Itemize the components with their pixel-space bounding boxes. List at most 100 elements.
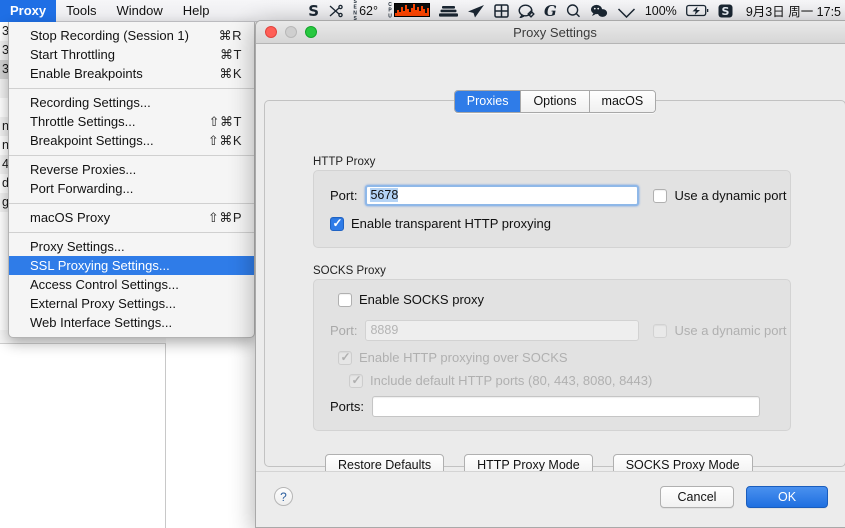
sensors-temperature-indicator[interactable]: SENS 62° (352, 0, 378, 22)
socks-ports-input[interactable] (371, 396, 760, 417)
menu-item-proxy-settings[interactable]: Proxy Settings... (9, 237, 254, 256)
scissors-icon[interactable] (328, 4, 343, 18)
menu-item-reverse-proxies[interactable]: Reverse Proxies... (9, 160, 254, 179)
menu-item-label: Stop Recording (Session 1) (30, 28, 189, 43)
temperature-value: 62° (359, 3, 379, 18)
checkbox-box (330, 216, 344, 231)
menu-item-recording-settings[interactable]: Recording Settings... (9, 93, 254, 112)
paper-plane-icon[interactable] (467, 4, 485, 18)
tab-proxies[interactable]: Proxies (454, 91, 522, 112)
menu-item-shortcut: ⇧⌘K (207, 133, 242, 148)
wifi-icon[interactable] (617, 4, 636, 18)
default-http-ports-checkbox[interactable]: Include default HTTP ports (80, 443, 808… (349, 373, 652, 388)
tab-options[interactable]: Options (521, 91, 590, 112)
grid-icon[interactable] (494, 3, 509, 18)
http-dynamic-port-checkbox[interactable]: Use a dynamic port (653, 188, 786, 203)
menu-item-label: Access Control Settings... (30, 277, 179, 292)
menu-item-stop-recording-session-1[interactable]: Stop Recording (Session 1) ⌘R (9, 26, 254, 45)
menu-item-macos-proxy[interactable]: macOS Proxy ⇧⌘P (9, 208, 254, 227)
menu-item-label: Web Interface Settings... (30, 315, 173, 330)
menu-item-label: SSL Proxying Settings... (30, 258, 170, 273)
menubar-item-window[interactable]: Window (107, 0, 173, 22)
speech-bubble-icon[interactable] (518, 3, 535, 18)
menu-item-start-throttling[interactable]: Start Throttling ⌘T (9, 45, 254, 64)
enable-socks-checkbox[interactable]: Enable SOCKS proxy (338, 292, 484, 307)
s-logo-icon[interactable]: S (718, 4, 733, 18)
checkbox-box (338, 350, 352, 365)
transparent-http-label: Enable transparent HTTP proxying (351, 216, 551, 231)
menu-item-ssl-proxying-settings[interactable]: SSL Proxying Settings... (9, 256, 254, 275)
ok-button[interactable]: OK (746, 486, 828, 508)
macos-menubar: Proxy Tools Window Help S SENS 62° CPU G… (0, 0, 845, 22)
menu-item-port-forwarding[interactable]: Port Forwarding... (9, 179, 254, 198)
socks-port-input[interactable]: 8889 (365, 320, 640, 341)
menubar-item-tools[interactable]: Tools (56, 0, 106, 22)
menu-item-external-proxy-settings[interactable]: External Proxy Settings... (9, 294, 254, 313)
cpu-activity-graph-icon (394, 3, 431, 18)
http-over-socks-checkbox[interactable]: Enable HTTP proxying over SOCKS (338, 350, 568, 365)
socks-ports-row: Ports: (330, 396, 760, 417)
socks-ports-label: Ports: (330, 399, 364, 414)
default-http-ports-label: Include default HTTP ports (80, 443, 808… (370, 373, 653, 388)
menubar-status-area: S SENS 62° CPU G 100% S 9月3日 周一 17:5 (308, 0, 845, 22)
checkbox-box (653, 188, 668, 203)
menu-item-label: Recording Settings... (30, 95, 151, 110)
menubar-clock[interactable]: 9月3日 周一 17:5 (742, 1, 841, 20)
transparent-http-checkbox[interactable]: Enable transparent HTTP proxying (330, 216, 551, 231)
help-button[interactable]: ? (274, 487, 293, 506)
checkbox-box (338, 292, 352, 307)
menu-item-label: Start Throttling (30, 47, 116, 62)
menu-separator (9, 232, 254, 233)
socks-dynamic-port-checkbox[interactable]: Use a dynamic port (653, 323, 786, 338)
socks-port-label: Port: (330, 323, 358, 338)
dialog-footer: ? Cancel OK (256, 471, 845, 527)
menu-item-shortcut: ⇧⌘T (208, 114, 242, 129)
menu-item-label: Breakpoint Settings... (30, 133, 154, 148)
layers-icon[interactable] (439, 4, 459, 18)
wechat-icon[interactable] (590, 4, 608, 18)
menubar-item-help[interactable]: Help (173, 0, 220, 22)
svg-text:S: S (721, 5, 729, 18)
http-port-value: 5678 (370, 188, 399, 202)
menu-item-access-control-settings[interactable]: Access Control Settings... (9, 275, 254, 294)
dialog-body: HTTP Proxy Port: 5678 Use a dynamic port (256, 44, 845, 527)
battery-percent: 100% (644, 3, 677, 18)
cancel-button[interactable]: Cancel (660, 486, 734, 508)
http-proxy-group-label: HTTP Proxy (313, 156, 376, 168)
checkbox-box (653, 323, 668, 338)
menubar-item-proxy[interactable]: Proxy (0, 0, 57, 22)
menu-item-shortcut: ⌘T (220, 47, 242, 62)
menu-item-label: Reverse Proxies... (30, 162, 137, 177)
socks-port-placeholder: 8889 (370, 323, 399, 337)
http-over-socks-label: Enable HTTP proxying over SOCKS (359, 350, 568, 365)
g-logo-icon[interactable]: G (544, 2, 557, 20)
http-port-input[interactable]: 5678 (365, 185, 640, 206)
socks-proxy-group-box: Enable SOCKS proxy Port: 8889 Use a dyna… (313, 279, 791, 431)
proxy-dropdown-menu[interactable]: Stop Recording (Session 1) ⌘R Start Thrott… (8, 22, 255, 338)
menu-item-label: Enable Breakpoints (30, 66, 143, 81)
menu-separator (9, 88, 254, 89)
menu-item-enable-breakpoints[interactable]: Enable Breakpoints ⌘K (9, 64, 254, 83)
menu-separator (9, 155, 254, 156)
enable-socks-label: Enable SOCKS proxy (359, 292, 485, 307)
menu-separator (9, 203, 254, 204)
checkbox-box (349, 373, 363, 388)
dialog-titlebar[interactable]: Proxy Settings (256, 21, 845, 44)
socks-proxy-group-label: SOCKS Proxy (313, 265, 386, 277)
search-icon[interactable] (566, 3, 581, 18)
shadowsocks-icon[interactable]: S (308, 2, 319, 20)
battery-charging-icon[interactable] (685, 4, 709, 17)
proxy-settings-dialog: Proxy Settings HTTP Proxy Port: 5678 Use… (255, 20, 845, 528)
menu-item-shortcut: ⇧⌘P (207, 210, 242, 225)
dialog-title: Proxy Settings (513, 24, 597, 40)
menu-item-shortcut: ⌘K (219, 66, 242, 81)
cpu-monitor[interactable]: CPU (387, 1, 431, 20)
cpu-label: CPU (387, 1, 394, 20)
menu-item-label: Proxy Settings... (30, 239, 125, 254)
menu-item-breakpoint-settings[interactable]: Breakpoint Settings... ⇧⌘K (9, 131, 254, 150)
screen-root: 338.mp4338.mp4338.mp4nn4dia.comgoogleapi… (0, 0, 845, 528)
menu-item-web-interface-settings[interactable]: Web Interface Settings... (9, 313, 254, 332)
http-proxy-group-box: Port: 5678 Use a dynamic port Enable tra… (313, 170, 791, 248)
menu-item-throttle-settings[interactable]: Throttle Settings... ⇧⌘T (9, 112, 254, 131)
tab-macos[interactable]: macOS (589, 91, 656, 112)
